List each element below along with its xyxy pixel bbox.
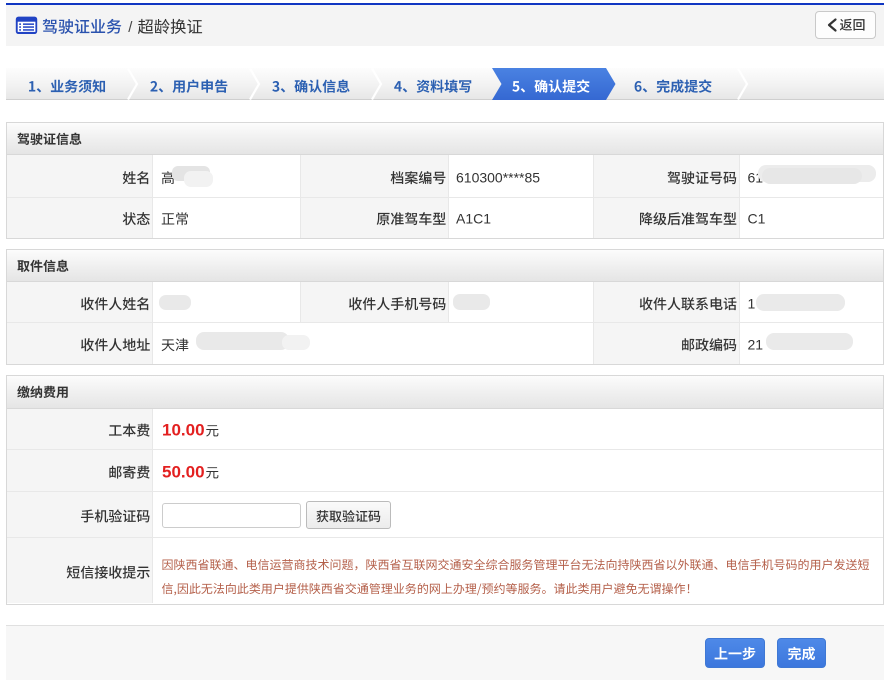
svg-text:/: / xyxy=(128,19,133,36)
svg-text:21: 21 xyxy=(748,337,764,353)
svg-text:10.00: 10.00 xyxy=(162,421,205,440)
svg-text:610300****85: 610300****85 xyxy=(456,170,540,186)
svg-text:1: 1 xyxy=(748,296,756,312)
svg-text:50.00: 50.00 xyxy=(162,463,205,482)
svg-text:C1: C1 xyxy=(748,211,766,227)
svg-text:A1C1: A1C1 xyxy=(456,211,491,227)
